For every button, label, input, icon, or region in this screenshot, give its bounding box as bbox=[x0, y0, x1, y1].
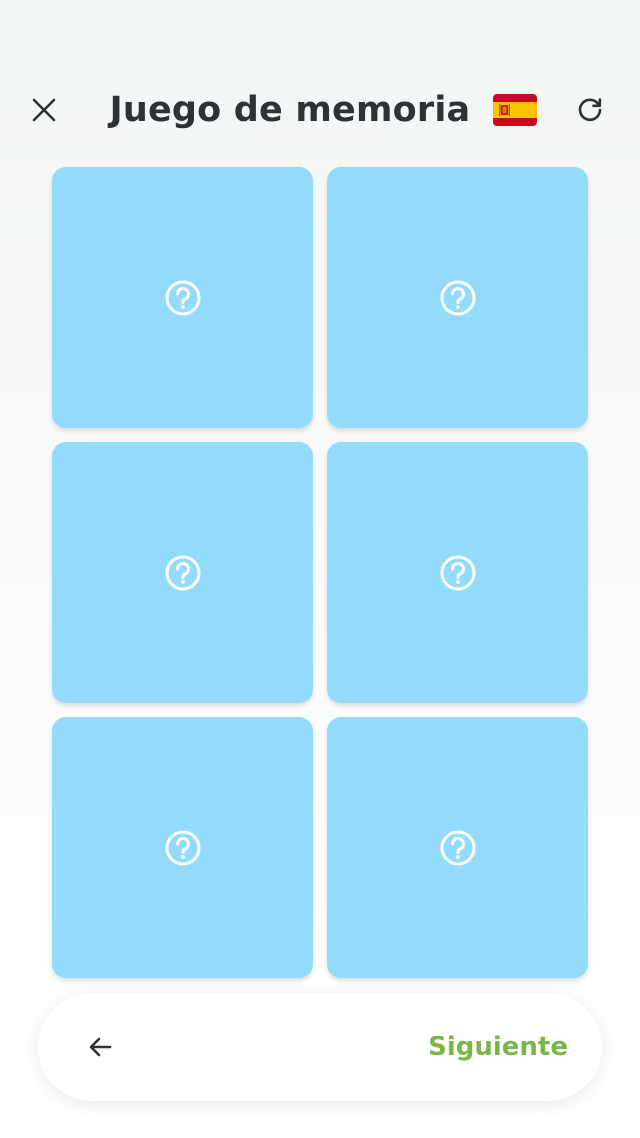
refresh-icon bbox=[578, 98, 602, 122]
memory-card[interactable] bbox=[52, 167, 313, 428]
memory-card[interactable] bbox=[327, 717, 588, 978]
memory-card[interactable] bbox=[327, 167, 588, 428]
bottom-navigation-bar: Siguiente bbox=[38, 993, 602, 1101]
refresh-button[interactable] bbox=[568, 88, 612, 132]
question-circle-icon bbox=[165, 555, 200, 590]
next-button[interactable]: Siguiente bbox=[428, 1025, 568, 1069]
question-circle-icon bbox=[440, 830, 475, 865]
question-circle-icon bbox=[440, 555, 475, 590]
language-button[interactable] bbox=[491, 90, 539, 130]
memory-card[interactable] bbox=[327, 442, 588, 703]
arrow-left-icon bbox=[89, 1037, 112, 1057]
spain-flag-icon bbox=[493, 94, 537, 126]
question-circle-icon bbox=[440, 280, 475, 315]
memory-card[interactable] bbox=[52, 717, 313, 978]
question-circle-icon bbox=[165, 830, 200, 865]
back-button[interactable] bbox=[78, 1025, 122, 1069]
question-circle-icon bbox=[165, 280, 200, 315]
memory-card[interactable] bbox=[52, 442, 313, 703]
